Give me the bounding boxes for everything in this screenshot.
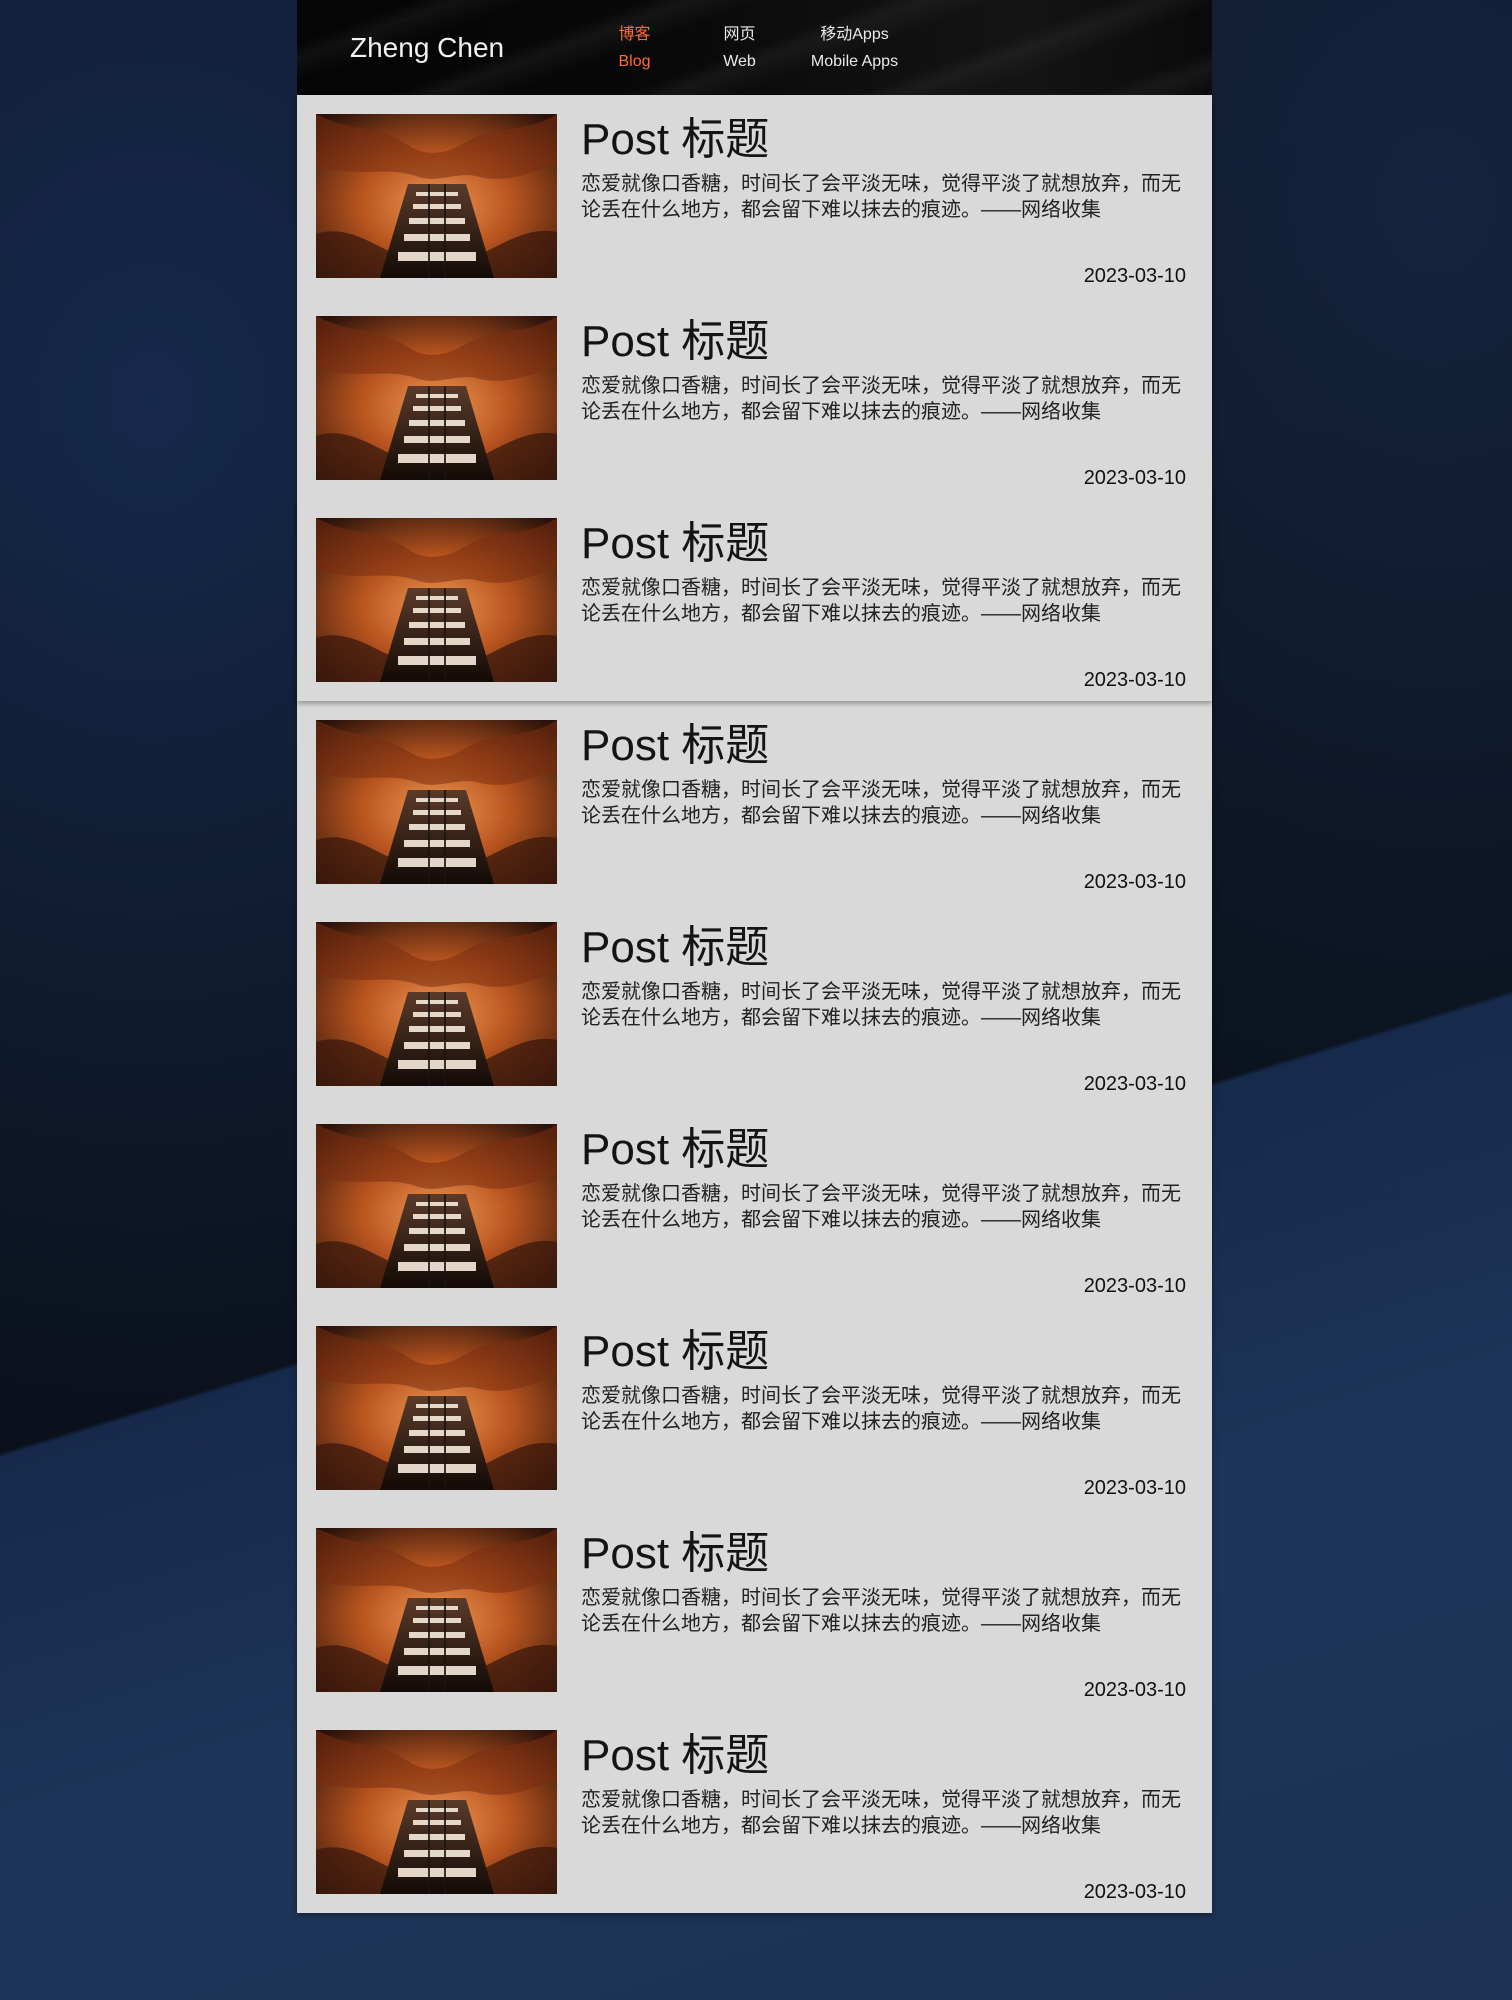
nav-label-cn: 网页 xyxy=(723,26,756,43)
main-container: Zheng Chen 博客 Blog 网页 Web 移动Apps Mobile … xyxy=(297,0,1212,1913)
post-thumbnail[interactable] xyxy=(316,1124,557,1288)
nav-item-blog[interactable]: 博客 Blog xyxy=(587,21,682,75)
post-title[interactable]: Post 标题 xyxy=(581,921,769,975)
post-date: 2023-03-10 xyxy=(1083,1477,1186,1499)
post-thumbnail[interactable] xyxy=(316,114,557,278)
main-nav: 博客 Blog 网页 Web 移动Apps Mobile Apps xyxy=(587,21,912,75)
post-excerpt: 恋爱就像口香糖，时间长了会平淡无味，觉得平淡了就想放弃，而无论丢在什么地方，都会… xyxy=(581,1789,1181,1837)
post-card[interactable]: Post 标题 恋爱就像口香糖，时间长了会平淡无味，觉得平淡了就想放弃，而无论丢… xyxy=(297,1509,1212,1711)
post-title[interactable]: Post 标题 xyxy=(581,113,769,167)
nav-label-cn: 博客 xyxy=(618,26,651,43)
nav-item-web[interactable]: 网页 Web xyxy=(682,21,797,75)
post-card[interactable]: Post 标题 恋爱就像口香糖，时间长了会平淡无味，觉得平淡了就想放弃，而无论丢… xyxy=(297,903,1212,1105)
post-thumbnail-image xyxy=(316,922,557,1086)
post-card[interactable]: Post 标题 恋爱就像口香糖，时间长了会平淡无味，觉得平淡了就想放弃，而无论丢… xyxy=(297,1711,1212,1913)
post-date: 2023-03-10 xyxy=(1083,1073,1186,1095)
post-thumbnail-image xyxy=(316,720,557,884)
post-thumbnail-image xyxy=(316,1124,557,1288)
brand-logo-text[interactable]: Zheng Chen xyxy=(350,30,504,66)
post-date: 2023-03-10 xyxy=(1083,1881,1186,1903)
post-thumbnail[interactable] xyxy=(316,720,557,884)
post-card[interactable]: Post 标题 恋爱就像口香糖，时间长了会平淡无味，觉得平淡了就想放弃，而无论丢… xyxy=(297,701,1212,903)
post-date: 2023-03-10 xyxy=(1083,1275,1186,1297)
nav-label-cn: 移动Apps xyxy=(820,26,889,43)
nav-label-en: Blog xyxy=(618,53,651,70)
post-card[interactable]: Post 标题 恋爱就像口香糖，时间长了会平淡无味，觉得平淡了就想放弃，而无论丢… xyxy=(297,1307,1212,1509)
post-thumbnail-image xyxy=(316,1730,557,1894)
post-list: Post 标题 恋爱就像口香糖，时间长了会平淡无味，觉得平淡了就想放弃，而无论丢… xyxy=(297,95,1212,1913)
post-excerpt: 恋爱就像口香糖，时间长了会平淡无味，觉得平淡了就想放弃，而无论丢在什么地方，都会… xyxy=(581,1587,1181,1635)
post-date: 2023-03-10 xyxy=(1083,265,1186,287)
post-thumbnail[interactable] xyxy=(316,1326,557,1490)
post-thumbnail[interactable] xyxy=(316,1730,557,1894)
post-title[interactable]: Post 标题 xyxy=(581,1123,769,1177)
post-thumbnail-image xyxy=(316,1528,557,1692)
nav-label-en: Mobile Apps xyxy=(810,53,899,70)
post-excerpt: 恋爱就像口香糖，时间长了会平淡无味，觉得平淡了就想放弃，而无论丢在什么地方，都会… xyxy=(581,981,1181,1029)
site-header: Zheng Chen 博客 Blog 网页 Web 移动Apps Mobile … xyxy=(297,0,1212,95)
post-excerpt: 恋爱就像口香糖，时间长了会平淡无味，觉得平淡了就想放弃，而无论丢在什么地方，都会… xyxy=(581,779,1181,827)
post-thumbnail-image xyxy=(316,114,557,278)
post-excerpt: 恋爱就像口香糖，时间长了会平淡无味，觉得平淡了就想放弃，而无论丢在什么地方，都会… xyxy=(581,173,1181,221)
post-card[interactable]: Post 标题 恋爱就像口香糖，时间长了会平淡无味，觉得平淡了就想放弃，而无论丢… xyxy=(297,499,1212,701)
post-thumbnail-image xyxy=(316,316,557,480)
post-card[interactable]: Post 标题 恋爱就像口香糖，时间长了会平淡无味，觉得平淡了就想放弃，而无论丢… xyxy=(297,297,1212,499)
post-excerpt: 恋爱就像口香糖，时间长了会平淡无味，觉得平淡了就想放弃，而无论丢在什么地方，都会… xyxy=(581,1385,1181,1433)
post-card[interactable]: Post 标题 恋爱就像口香糖，时间长了会平淡无味，觉得平淡了就想放弃，而无论丢… xyxy=(297,95,1212,297)
post-title[interactable]: Post 标题 xyxy=(581,1325,769,1379)
post-thumbnail[interactable] xyxy=(316,518,557,682)
post-excerpt: 恋爱就像口香糖，时间长了会平淡无味，觉得平淡了就想放弃，而无论丢在什么地方，都会… xyxy=(581,577,1181,625)
post-excerpt: 恋爱就像口香糖，时间长了会平淡无味，觉得平淡了就想放弃，而无论丢在什么地方，都会… xyxy=(581,375,1181,423)
post-title[interactable]: Post 标题 xyxy=(581,1729,769,1783)
post-thumbnail[interactable] xyxy=(316,316,557,480)
post-date: 2023-03-10 xyxy=(1083,871,1186,893)
post-excerpt: 恋爱就像口香糖，时间长了会平淡无味，觉得平淡了就想放弃，而无论丢在什么地方，都会… xyxy=(581,1183,1181,1231)
post-title[interactable]: Post 标题 xyxy=(581,517,769,571)
post-thumbnail-image xyxy=(316,1326,557,1490)
post-thumbnail[interactable] xyxy=(316,1528,557,1692)
post-date: 2023-03-10 xyxy=(1083,669,1186,691)
post-title[interactable]: Post 标题 xyxy=(581,719,769,773)
nav-label-en: Web xyxy=(723,53,756,70)
post-date: 2023-03-10 xyxy=(1083,467,1186,489)
post-card[interactable]: Post 标题 恋爱就像口香糖，时间长了会平淡无味，觉得平淡了就想放弃，而无论丢… xyxy=(297,1105,1212,1307)
post-thumbnail[interactable] xyxy=(316,922,557,1086)
post-thumbnail-image xyxy=(316,518,557,682)
post-title[interactable]: Post 标题 xyxy=(581,315,769,369)
post-date: 2023-03-10 xyxy=(1083,1679,1186,1701)
nav-item-mobile-apps[interactable]: 移动Apps Mobile Apps xyxy=(797,21,912,75)
post-title[interactable]: Post 标题 xyxy=(581,1527,769,1581)
